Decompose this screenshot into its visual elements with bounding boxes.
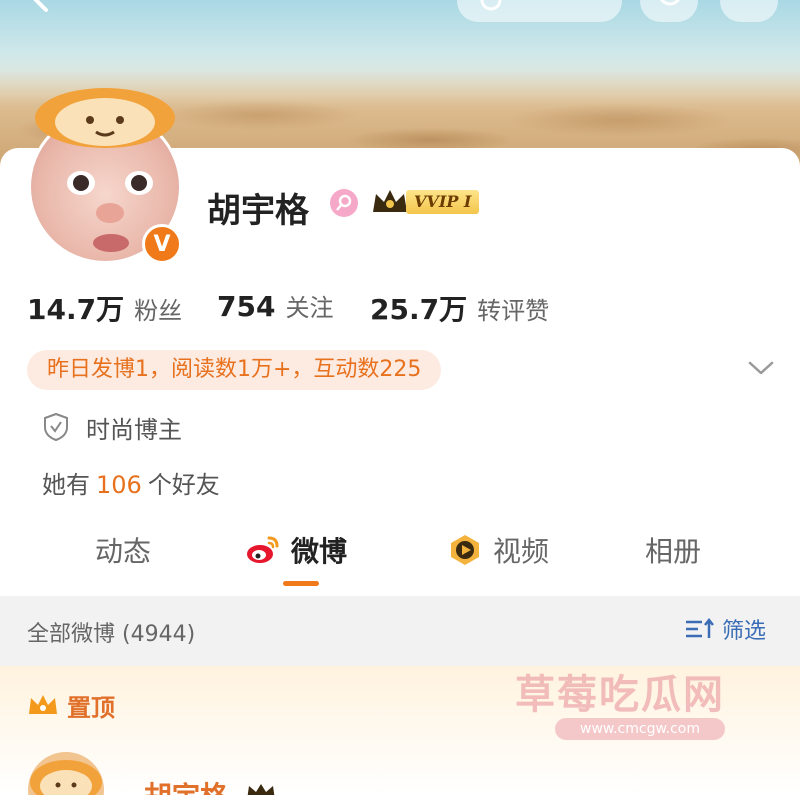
stat-value: 14.7万 (27, 293, 125, 326)
top-action-pill[interactable] (457, 0, 622, 22)
pinned-label-row: 置顶 (27, 690, 115, 722)
filter-label: 筛选 (722, 619, 767, 644)
stat-label: 转评赞 (477, 297, 550, 325)
stat-value: 25.7万 (370, 293, 468, 326)
stat-label: 关注 (285, 294, 334, 322)
lion-hat-icon (35, 88, 175, 148)
stat-following[interactable]: 754 关注 (217, 288, 333, 323)
profile-tabs: 动态 微博 视频 相册 (0, 525, 800, 593)
friends-prefix: 她有 (42, 471, 90, 499)
stat-fans[interactable]: 14.7万 粉丝 (27, 288, 182, 328)
avatar[interactable]: V (24, 88, 184, 264)
vip-badge[interactable]: VVIP I (370, 186, 480, 218)
pinned-crown-icon (29, 695, 57, 714)
filter-sort-icon (686, 617, 714, 638)
profile-tag-label: 时尚博主 (86, 416, 182, 444)
search-button[interactable] (640, 0, 698, 22)
tab-label: 相册 (645, 535, 702, 568)
tab-label: 微博 (291, 535, 348, 568)
search-icon (660, 0, 680, 6)
active-tab-indicator (283, 581, 319, 586)
pinned-label: 置顶 (67, 693, 115, 722)
friends-count[interactable]: 她有 106 个好友 (42, 465, 220, 500)
vip-level-label: VVIP I (406, 190, 480, 214)
tab-label: 视频 (493, 535, 550, 568)
tab-weibo[interactable]: 微博 (245, 525, 347, 575)
shield-check-icon (44, 412, 68, 442)
more-button[interactable] (720, 0, 778, 22)
chevron-down-icon[interactable] (746, 358, 776, 378)
friends-number: 106 (96, 471, 142, 499)
tab-video[interactable]: 视频 (447, 525, 549, 575)
weibo-logo-icon (247, 536, 279, 563)
video-play-icon (451, 535, 479, 565)
tab-label: 动态 (95, 535, 152, 568)
post-author-name[interactable]: 胡宇格 (144, 775, 228, 795)
tab-dynamic[interactable]: 动态 (95, 525, 151, 575)
filter-button[interactable]: 筛选 (684, 614, 766, 644)
feed-title: 全部微博 (4944) (27, 622, 196, 647)
feed-filter-bar: 全部微博 (4944) 筛选 (0, 596, 800, 666)
activity-summary-badge[interactable]: 昨日发博1，阅读数1万+，互动数225 (27, 350, 442, 390)
stat-value: 754 (217, 290, 276, 323)
post-vip-crown-icon (247, 784, 275, 795)
tab-album[interactable]: 相册 (645, 525, 701, 575)
friends-suffix: 个好友 (147, 471, 220, 499)
back-icon[interactable] (20, 0, 60, 16)
link-icon (480, 0, 502, 11)
stat-interactions[interactable]: 25.7万 转评赞 (370, 288, 549, 328)
female-gender-icon (330, 189, 358, 217)
crown-icon (373, 190, 407, 212)
watermark: 草莓吃瓜网 www.cmcgw.com (515, 662, 760, 742)
watermark-url: www.cmcgw.com (555, 718, 725, 740)
watermark-title: 草莓吃瓜网 (515, 672, 725, 718)
stat-label: 粉丝 (134, 297, 183, 325)
verified-badge-icon: V (142, 224, 182, 264)
profile-name: 胡宇格 (207, 191, 309, 231)
